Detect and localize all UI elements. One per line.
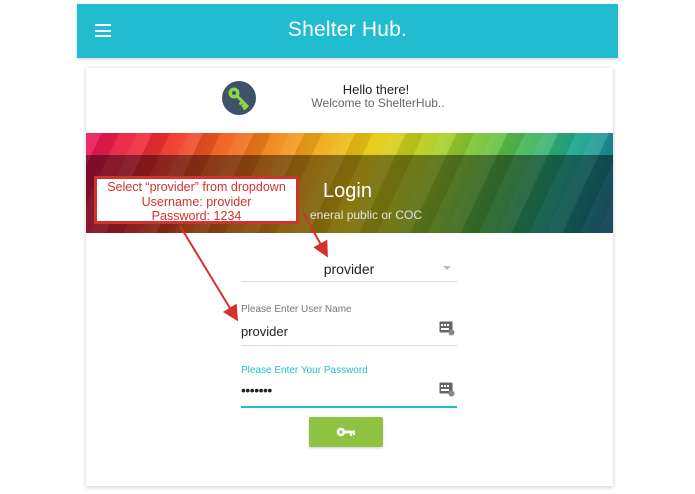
username-field: Please Enter User Name provider <box>241 304 457 346</box>
key-avatar-icon <box>222 81 256 115</box>
app-header: Shelter Hub. <box>77 4 618 58</box>
login-card: Hello there! Welcome to ShelterHub.. Log… <box>86 68 613 486</box>
greeting-title: Hello there! <box>342 82 410 97</box>
callout-line-1: Select “provider” from dropdown <box>107 180 286 194</box>
password-value: ••••••• <box>241 382 272 398</box>
login-subtitle: eneral public or COC <box>310 208 423 222</box>
greeting-subtitle: Welcome to ShelterHub.. <box>311 96 445 110</box>
username-value: provider <box>241 324 288 339</box>
key-icon <box>336 427 355 437</box>
keypad-icon[interactable] <box>439 321 455 336</box>
callout-line-3: Password: 1234 <box>151 209 242 223</box>
password-field: Please Enter Your Password ••••••• <box>241 365 457 408</box>
chevron-down-icon <box>443 266 451 270</box>
keypad-icon[interactable] <box>439 382 455 397</box>
username-label: Please Enter User Name <box>241 304 352 315</box>
login-title: Login <box>323 180 372 202</box>
username-input[interactable]: provider <box>241 321 457 346</box>
role-select-value: provider <box>323 261 375 277</box>
instruction-callout: Select “provider” from dropdown Username… <box>94 176 299 224</box>
login-button[interactable] <box>309 417 383 447</box>
callout-line-2: Username: provider <box>141 194 252 209</box>
password-label: Please Enter Your Password <box>241 365 368 376</box>
password-input[interactable]: ••••••• <box>241 382 457 408</box>
app-title: Shelter Hub. <box>287 18 408 41</box>
role-select[interactable]: provider <box>241 254 457 282</box>
